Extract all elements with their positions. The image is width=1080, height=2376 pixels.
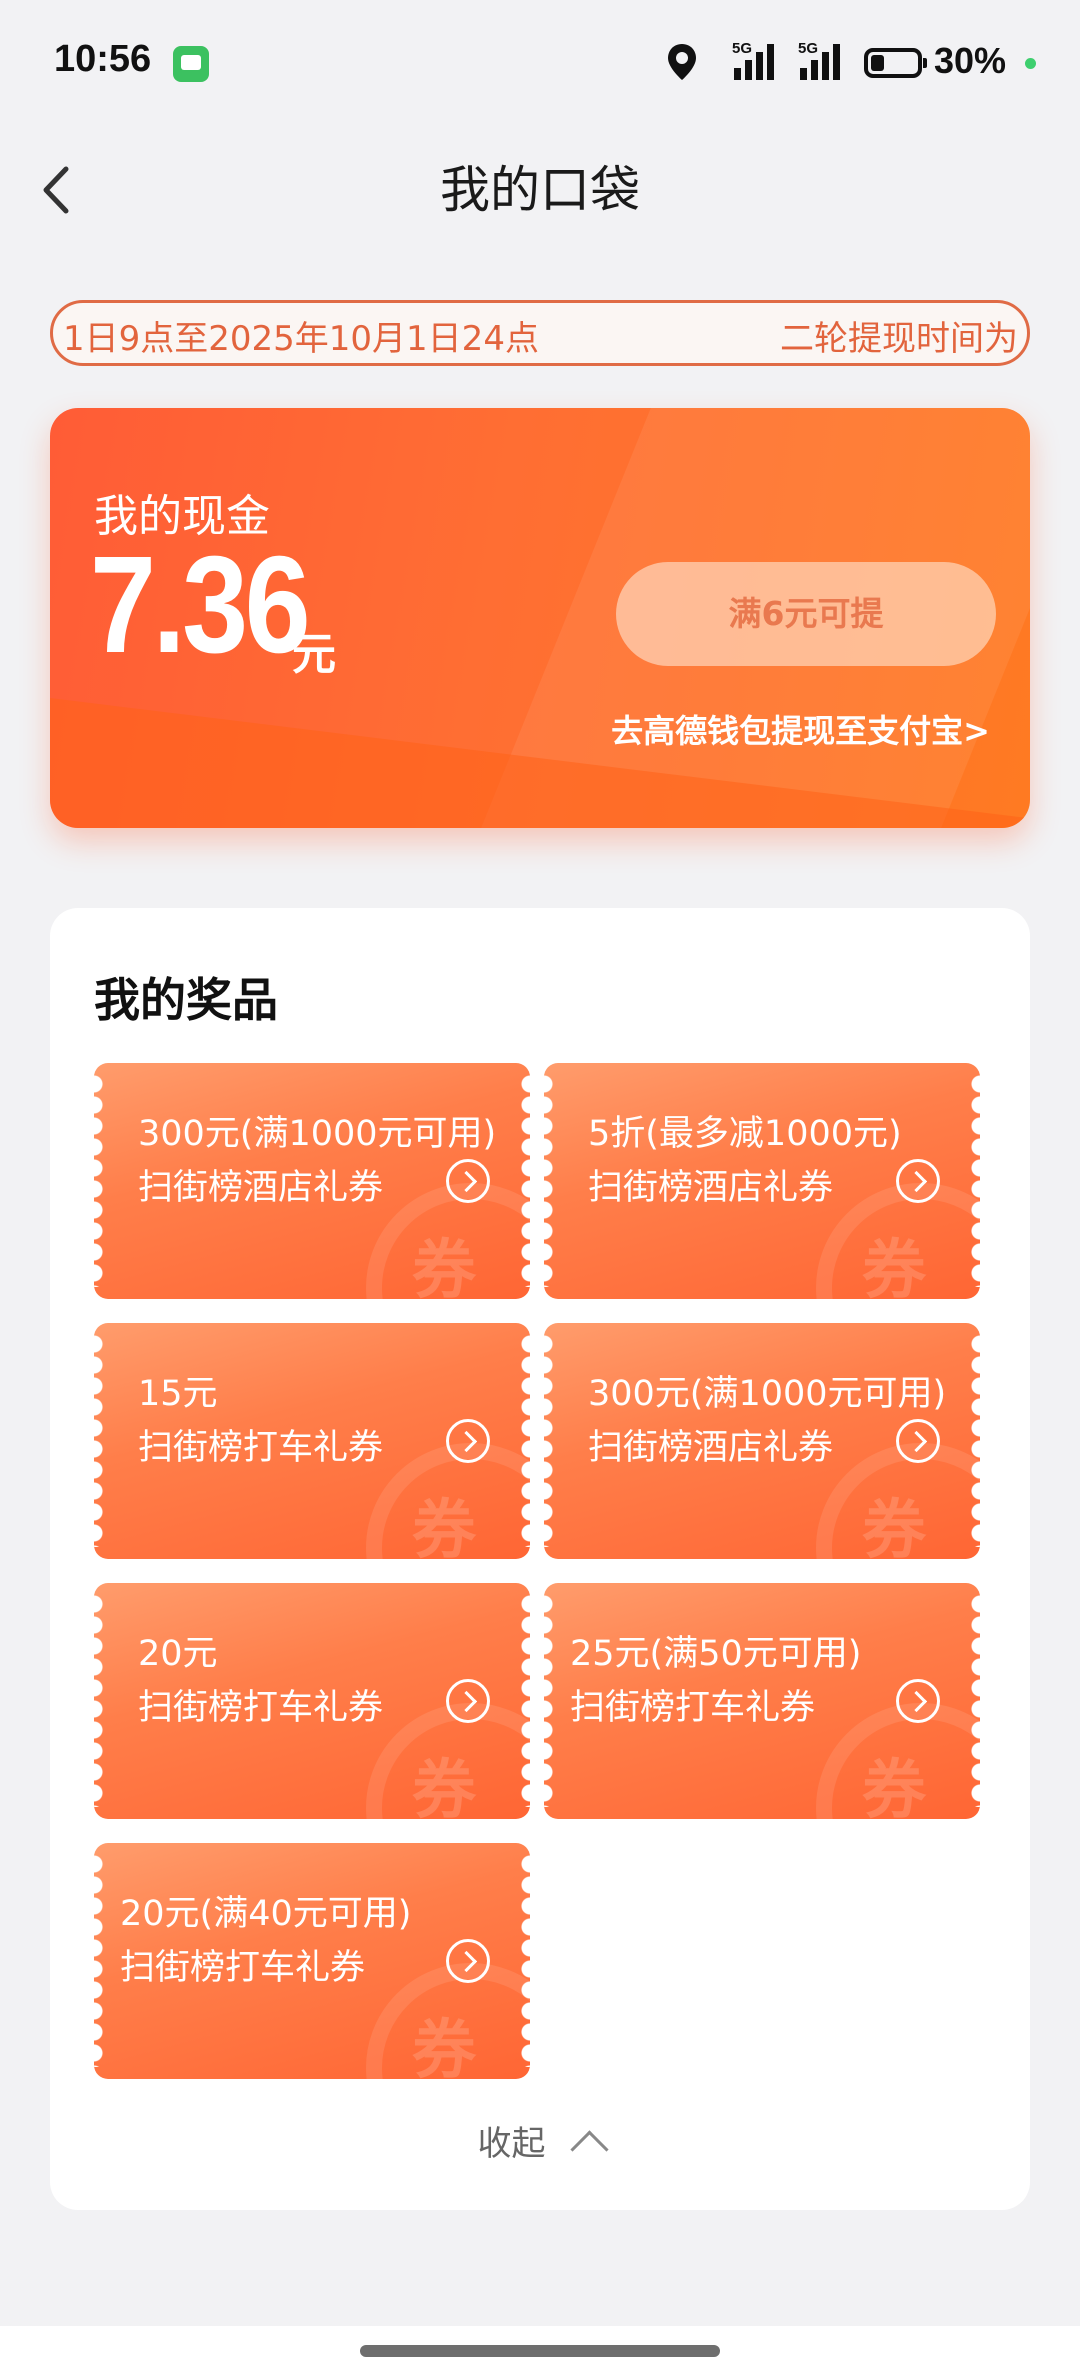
- collapse-button[interactable]: 收起: [50, 2116, 1030, 2169]
- network-type-label: 5G: [732, 40, 753, 57]
- alipay-withdraw-link[interactable]: 去高德钱包提现至支付宝>: [611, 706, 990, 752]
- cash-card: 我的现金 7.36 元 满6元可提 去高德钱包提现至支付宝>: [50, 408, 1030, 828]
- withdraw-button[interactable]: 满6元可提: [616, 562, 996, 666]
- message-icon: [173, 46, 209, 82]
- chevron-right-circle-icon: [896, 1679, 940, 1723]
- chevron-right-circle-icon: [896, 1159, 940, 1203]
- battery-level: 30%: [934, 40, 1007, 81]
- chevron-right-circle-icon: [446, 1939, 490, 1983]
- coupon-description: 扫街榜酒店礼券: [588, 1428, 834, 1468]
- signal-icon: 5G: [720, 40, 780, 82]
- collapse-label: 收起: [477, 2124, 546, 2164]
- coupon-value: 20元(满40元可用): [120, 1894, 412, 1934]
- chevron-right-circle-icon: [446, 1679, 490, 1723]
- coupon-value: 300元(满1000元可用): [588, 1374, 947, 1414]
- coupon-value: 15元: [138, 1374, 218, 1414]
- coupon-card[interactable]: 券 20元 扫街榜打车礼券: [94, 1583, 530, 1819]
- notice-text-continued: 二轮提现时间为: [780, 319, 1018, 359]
- chevron-right-circle-icon: [446, 1159, 490, 1203]
- coupon-stamp: 券: [862, 1494, 926, 1559]
- coupon-description: 扫街榜打车礼券: [138, 1428, 384, 1468]
- status-bar: 10:56 5G 5G 30%: [0, 0, 1080, 130]
- notice-marquee[interactable]: 1日9点至2025年10月1日24点 二轮提现时间为: [50, 300, 1030, 366]
- coupon-stamp: 券: [862, 1234, 926, 1299]
- coupon-value: 5折(最多减1000元): [588, 1114, 902, 1154]
- chevron-right-circle-icon: [446, 1419, 490, 1463]
- coupon-value: 300元(满1000元可用): [138, 1114, 497, 1154]
- coupon-card[interactable]: 券 25元(满50元可用) 扫街榜打车礼券: [544, 1583, 980, 1819]
- coupon-description: 扫街榜打车礼券: [138, 1688, 384, 1728]
- prizes-card: 我的奖品 券 300元(满1000元可用) 扫街榜酒店礼券 券 5折(最多减10…: [50, 908, 1030, 2210]
- battery-icon: [864, 48, 927, 78]
- coupon-card[interactable]: 券 15元 扫街榜打车礼券: [94, 1323, 530, 1559]
- chevron-right-circle-icon: [896, 1419, 940, 1463]
- coupon-stamp: 券: [412, 1754, 476, 1819]
- coupon-stamp: 券: [412, 1494, 476, 1559]
- network-type-label: 5G: [798, 40, 819, 57]
- gesture-bar: [0, 2326, 1080, 2376]
- coupon-card[interactable]: 券 20元(满40元可用) 扫街榜打车礼券: [94, 1843, 530, 2079]
- status-time: 10:56: [54, 38, 152, 80]
- coupon-value: 20元: [138, 1634, 218, 1674]
- notice-text: 1日9点至2025年10月1日24点: [63, 319, 539, 359]
- coupon-description: 扫街榜打车礼券: [120, 1948, 366, 1988]
- location-icon: [668, 44, 696, 80]
- cash-amount: 7.36: [90, 528, 311, 682]
- coupon-stamp: 券: [862, 1754, 926, 1819]
- home-indicator[interactable]: [360, 2345, 720, 2357]
- coupon-description: 扫街榜打车礼券: [570, 1688, 816, 1728]
- coupon-card[interactable]: 券 300元(满1000元可用) 扫街榜酒店礼券: [544, 1323, 980, 1559]
- prizes-title: 我的奖品: [94, 973, 278, 1027]
- coupon-value: 25元(满50元可用): [570, 1634, 862, 1674]
- coupon-card[interactable]: 券 300元(满1000元可用) 扫街榜酒店礼券: [94, 1063, 530, 1299]
- coupon-card[interactable]: 券 5折(最多减1000元) 扫街榜酒店礼券: [544, 1063, 980, 1299]
- status-dot: [1025, 58, 1036, 69]
- chevron-up-icon: [569, 2130, 609, 2169]
- coupon-stamp: 券: [412, 1234, 476, 1299]
- cash-unit: 元: [292, 629, 336, 680]
- page-title: 我的口袋: [440, 161, 640, 219]
- coupon-stamp: 券: [412, 2014, 476, 2079]
- signal-icon: 5G: [786, 40, 846, 82]
- coupon-description: 扫街榜酒店礼券: [138, 1168, 384, 1208]
- coupon-description: 扫街榜酒店礼券: [588, 1168, 834, 1208]
